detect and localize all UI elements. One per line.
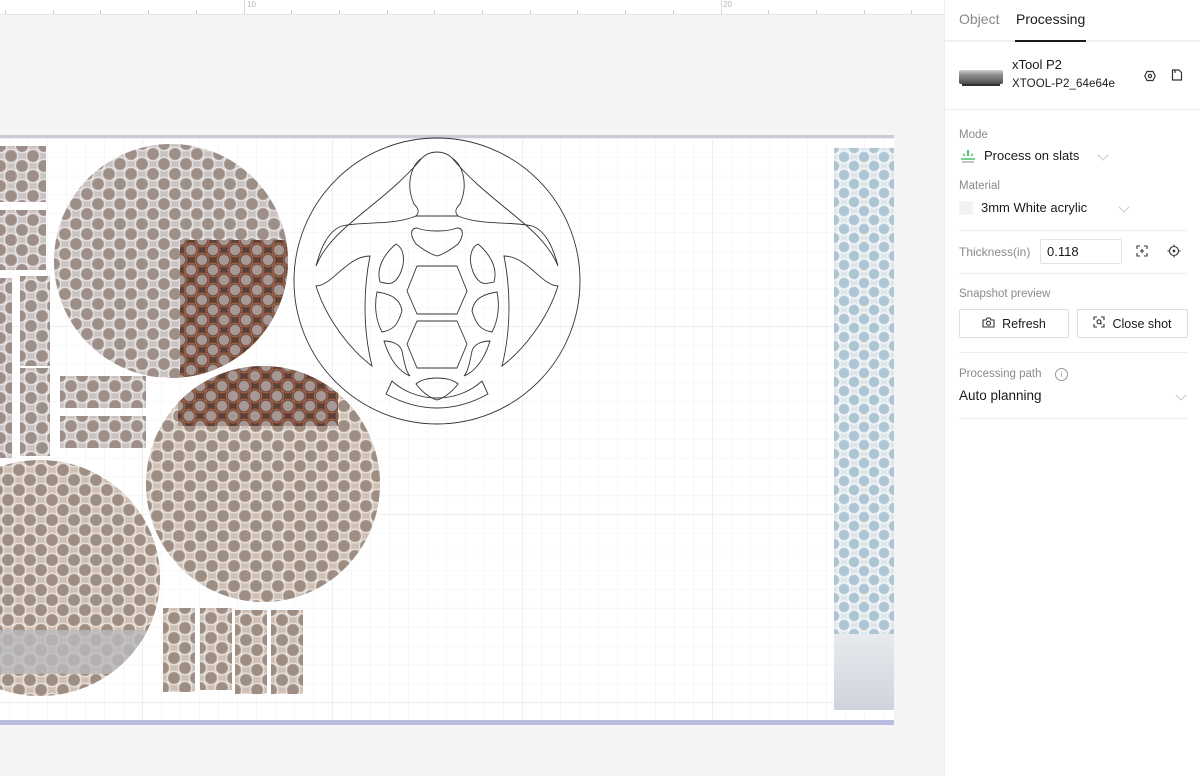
chevron-down-icon [1097,149,1109,161]
autofocus-icon[interactable] [1133,242,1151,260]
material-value: 3mm White acrylic [981,200,1088,215]
ruler-tick [52,10,54,14]
divider [959,230,1188,231]
ruler-tick [148,10,150,14]
turtle-shell-top [411,227,463,257]
ruler-tick [529,10,531,14]
ruler-tick [863,10,865,14]
ruler-major-tick [243,0,245,14]
turtle-shell-left-2 [375,291,403,333]
turtle-shell-right-3 [463,340,491,377]
divider [959,418,1188,419]
mode-value: Process on slats [984,148,1080,163]
mode-label: Mode [959,129,988,141]
honeycomb-strip-pieces[interactable] [0,146,46,202]
processing-path-dropdown[interactable]: Auto planning [959,386,1188,408]
ruler-tick [577,10,579,14]
crosshair-icon[interactable] [1165,242,1183,260]
device-id: XTOOL-P2_64e64e [1012,78,1115,90]
honeycomb-strip-piece[interactable] [60,416,146,448]
honeycomb-strip-piece[interactable] [20,368,50,456]
ruler-label-10: 10 [247,0,256,9]
honeycomb-circle-top[interactable] [54,144,288,378]
rail-region [0,630,160,674]
processing-path-label: Processing path [959,368,1042,380]
save-icon[interactable] [1168,66,1186,84]
thickness-label: Thickness(in) [959,245,1031,259]
ruler-tick [672,10,674,14]
info-icon[interactable]: i [1055,368,1068,381]
chevron-down-icon [1118,201,1130,213]
settings-icon[interactable] [1141,67,1159,85]
refresh-button[interactable]: Refresh [959,309,1069,338]
turtle-shell-right-2 [471,291,499,333]
turtle-outer-ring [293,137,581,425]
honeycomb-small-piece[interactable] [235,610,267,694]
ruler-tick [815,10,817,14]
tab-processing[interactable]: Processing [1016,11,1085,27]
turtle-shell-center-1 [406,265,468,315]
ruler-tick [625,10,627,14]
turtle-left-flipper [315,255,373,368]
ruler-tick [5,10,6,14]
ruler-tick [434,10,436,14]
device-card[interactable]: xTool P2 XTOOL-P2_64e64e [945,42,1200,110]
honeycomb-small-piece[interactable] [271,610,303,694]
material-dropdown[interactable]: 3mm White acrylic [945,196,1135,220]
close-shot-icon [1093,316,1106,331]
tab-object[interactable]: Object [959,11,999,27]
bed-rail-corner [834,634,894,710]
turtle-front-flippers [315,157,559,267]
turtle-tail-arc [385,380,489,409]
device-thumbnail [959,70,1003,86]
refresh-label: Refresh [1002,316,1046,331]
ruler-tick [100,10,102,14]
sea-turtle-design[interactable] [292,136,582,426]
close-shot-button[interactable]: Close shot [1077,309,1188,338]
ruler-major-tick [720,0,722,14]
ruler-tick [482,10,483,14]
honeycomb-strip-piece[interactable] [20,276,50,366]
honeycomb-right-strip [834,148,894,634]
honeycomb-strip-piece[interactable] [0,210,46,270]
ruler-tick [386,10,388,14]
turtle-head [409,151,465,217]
divider [959,273,1188,274]
device-name: xTool P2 [1012,57,1062,72]
turtle-shell-right-1 [470,243,496,284]
properties-panel: Object Processing xTool P2 XTOOL-P2_64e6… [944,0,1200,776]
camera-icon [982,316,995,331]
turtle-shell-left-1 [378,243,404,284]
turtle-shell-center-2 [406,320,468,369]
material-color-swatch [959,201,973,215]
honeycomb-strip-piece[interactable] [60,376,146,408]
chevron-down-icon [1175,389,1187,401]
turtle-right-flipper [501,255,559,368]
ruler-tick [911,10,913,14]
ruler-tick [768,10,770,14]
top-ruler: 10 20 [0,0,944,15]
honeycomb-circle-bottom-left[interactable] [0,460,160,696]
design-canvas[interactable] [0,16,944,776]
honeycomb-strip-piece[interactable] [0,278,12,458]
ruler-label-20: 20 [723,0,732,9]
thickness-input[interactable] [1040,239,1122,264]
honeycomb-small-piece[interactable] [163,608,195,692]
honeycomb-small-piece[interactable] [200,608,232,690]
ruler-tick [291,10,293,14]
snapshot-dark-region [180,240,288,378]
processing-path-value: Auto planning [959,388,1042,403]
turtle-shell-left-3 [383,340,411,377]
mode-dropdown[interactable]: Process on slats [959,147,1109,167]
close-shot-label: Close shot [1112,316,1172,331]
divider [959,352,1188,353]
ruler-tick [195,10,197,14]
panel-tabs: Object Processing [945,0,1200,42]
material-label: Material [959,180,1000,192]
app: 10 20 Object Processing xTool P2 XTOOL-P… [0,0,1200,776]
ruler-tick [338,10,340,14]
snapshot-preview-label: Snapshot preview [959,288,1051,300]
slats-laser-icon [959,149,977,165]
